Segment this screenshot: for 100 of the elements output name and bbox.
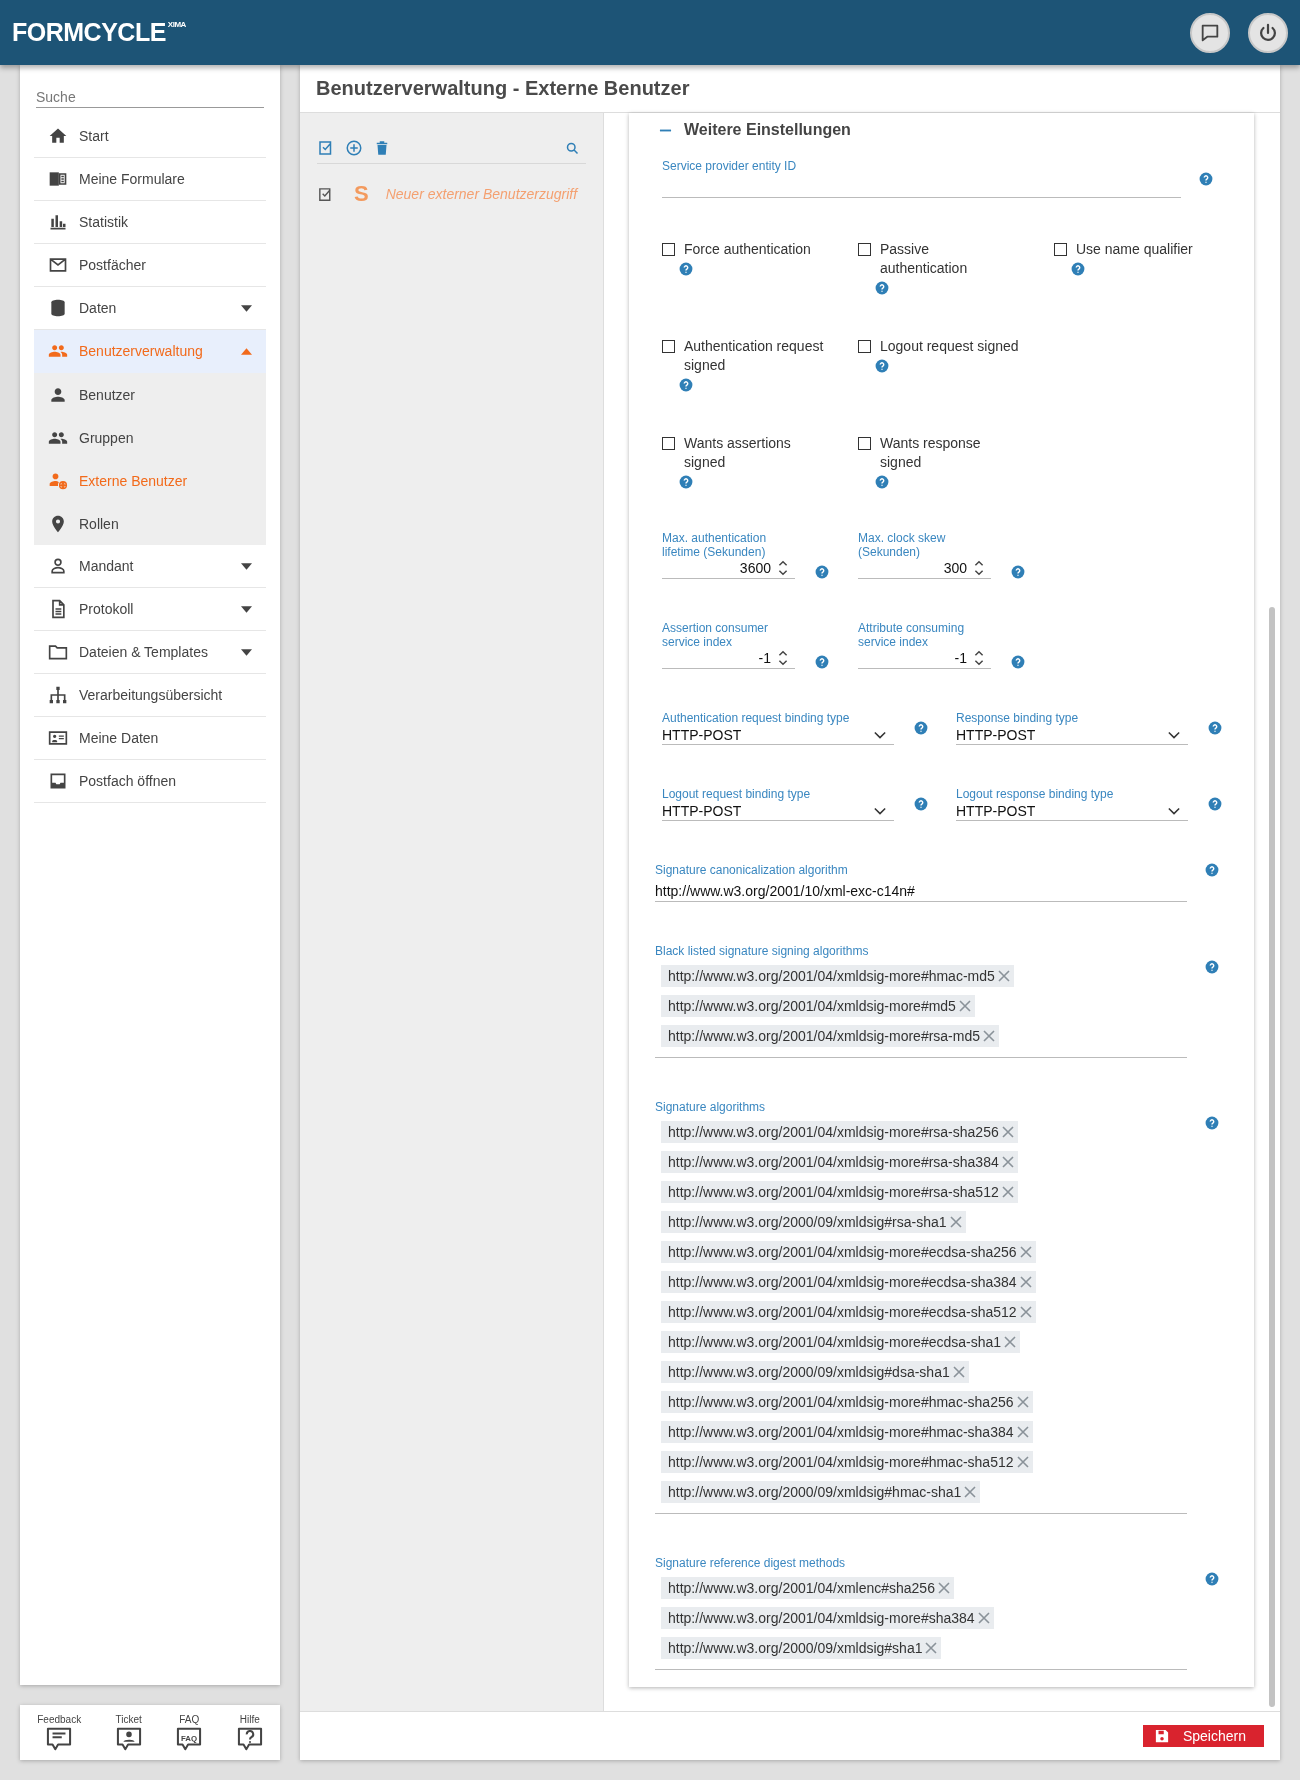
help-link[interactable]: Hilfe xyxy=(236,1714,263,1751)
feedback-link[interactable]: Feedback xyxy=(37,1714,82,1751)
sidebar-item[interactable]: Dateien & Templates xyxy=(34,631,266,674)
checkbox[interactable] xyxy=(858,437,871,450)
checkbox-label: Wants assertions signed xyxy=(684,434,792,472)
remove-icon[interactable] xyxy=(1019,1246,1032,1258)
sidebar-item[interactable]: Statistik xyxy=(34,201,266,244)
remove-icon[interactable] xyxy=(1019,1306,1032,1318)
sidebar-item[interactable]: Protokoll xyxy=(34,588,266,631)
remove-icon[interactable] xyxy=(1016,1396,1029,1408)
help-icon[interactable] xyxy=(1199,171,1213,186)
select-field[interactable]: Response binding type HTTP-POST xyxy=(956,711,1188,745)
tag-input[interactable]: http://www.w3.org/2001/04/xmlenc#sha256 http://www.w3.org/2001/04/xmldsig-more#sha384 http://www.w3.org/2000/09/xmldsig#sha1 xyxy=(655,1570,1187,1670)
checkbox[interactable] xyxy=(858,243,871,256)
stepper-icon[interactable] xyxy=(777,649,789,667)
checkbox-label: Force authentication xyxy=(684,240,812,259)
checkbox[interactable] xyxy=(662,340,675,353)
help-icon[interactable] xyxy=(875,475,889,489)
remove-icon[interactable] xyxy=(983,1030,996,1042)
remove-icon[interactable] xyxy=(958,1000,971,1012)
checkbox[interactable] xyxy=(662,437,675,450)
chevron-icon xyxy=(874,731,886,739)
remove-icon[interactable] xyxy=(1019,1276,1032,1288)
remove-icon[interactable] xyxy=(937,1582,950,1594)
sidebar-item[interactable]: Postfach öffnen xyxy=(34,760,266,803)
remove-icon[interactable] xyxy=(1016,1426,1029,1438)
help-icon[interactable] xyxy=(1205,1572,1219,1586)
select-field[interactable]: Logout request binding type HTTP-POST xyxy=(662,787,894,821)
checkbox[interactable] xyxy=(662,243,675,256)
remove-icon[interactable] xyxy=(997,970,1010,982)
search-field[interactable]: Suche xyxy=(36,87,264,108)
number-field[interactable]: Max. authentication lifetime (Sekunden) 3600 xyxy=(662,531,795,579)
sidebar-item[interactable]: Start xyxy=(34,115,266,158)
help-icon[interactable] xyxy=(914,721,928,735)
sidebar-subitem[interactable]: Benutzer xyxy=(34,373,266,416)
remove-icon[interactable] xyxy=(952,1366,965,1378)
help-icon[interactable] xyxy=(914,797,928,811)
help-icon[interactable] xyxy=(1208,797,1222,811)
help-icon[interactable] xyxy=(1205,863,1219,877)
help-icon[interactable] xyxy=(1011,655,1025,669)
tag-chip: http://www.w3.org/2001/04/xmlenc#sha256 xyxy=(661,1577,954,1599)
remove-icon[interactable] xyxy=(1001,1186,1014,1198)
help-icon[interactable] xyxy=(815,655,829,669)
remove-icon[interactable] xyxy=(949,1216,962,1228)
tag-input[interactable]: http://www.w3.org/2001/04/xmldsig-more#hmac-md5 http://www.w3.org/2001/04/xmldsig-more#md5 http://www.w3.org/2001/04/xmldsig-more#rsa-md5 xyxy=(655,958,1187,1058)
help-icon[interactable] xyxy=(875,281,889,295)
checkbox[interactable] xyxy=(858,340,871,353)
stepper-icon[interactable] xyxy=(973,559,985,577)
help-icon[interactable] xyxy=(1208,721,1222,735)
number-field[interactable]: Assertion consumer service index -1 xyxy=(662,621,795,669)
search-icon[interactable] xyxy=(565,140,580,156)
sidebar-item[interactable]: Verarbeitungsübersicht xyxy=(34,674,266,717)
help-icon[interactable] xyxy=(679,378,693,392)
text-field[interactable]: Signature canonicalization algorithm http://www.w3.org/2001/10/xml-exc-c14n# xyxy=(655,863,1187,902)
envelope-icon xyxy=(48,255,68,275)
tag-chip: http://www.w3.org/2001/04/xmldsig-more#ecdsa-sha1 xyxy=(661,1331,1021,1353)
remove-icon[interactable] xyxy=(964,1486,977,1498)
remove-icon[interactable] xyxy=(1001,1156,1014,1168)
stepper-icon[interactable] xyxy=(777,559,789,577)
power-button[interactable] xyxy=(1248,12,1288,53)
sidebar-item[interactable]: Meine Formulare xyxy=(34,158,266,201)
scrollbar[interactable] xyxy=(1269,607,1275,1707)
tag-chip: http://www.w3.org/2001/04/xmldsig-more#ecdsa-sha512 xyxy=(661,1301,1036,1323)
sidebar-subitem[interactable]: Rollen xyxy=(34,502,266,545)
sidebar-item[interactable]: Postfächer xyxy=(34,244,266,287)
sidebar-item[interactable]: Meine Daten xyxy=(34,717,266,760)
remove-icon[interactable] xyxy=(1001,1126,1014,1138)
form-icon xyxy=(48,169,68,189)
remove-icon[interactable] xyxy=(1004,1336,1017,1348)
text-field[interactable]: Service provider entity ID xyxy=(662,159,1181,198)
checkbox[interactable] xyxy=(1054,243,1067,256)
help-icon[interactable] xyxy=(815,565,829,579)
add-icon[interactable] xyxy=(345,139,363,157)
sidebar-item[interactable]: Mandant xyxy=(34,545,266,588)
sidebar-subitem[interactable]: Gruppen xyxy=(34,416,266,459)
ticket-link[interactable]: Ticket xyxy=(115,1714,142,1751)
help-icon[interactable] xyxy=(1205,1116,1219,1130)
help-icon[interactable] xyxy=(679,262,693,276)
help-icon[interactable] xyxy=(1011,565,1025,579)
tag-chip: http://www.w3.org/2001/04/xmldsig-more#ecdsa-sha256 xyxy=(661,1241,1036,1263)
help-icon[interactable] xyxy=(1071,262,1085,276)
help-icon[interactable] xyxy=(875,359,889,373)
remove-icon[interactable] xyxy=(925,1642,938,1654)
help-icon[interactable] xyxy=(679,475,693,489)
select-field[interactable]: Logout response binding type HTTP-POST xyxy=(956,787,1188,821)
remove-icon[interactable] xyxy=(1016,1456,1029,1468)
number-field[interactable]: Attribute consuming service index -1 xyxy=(858,621,991,669)
select-field[interactable]: Authentication request binding type HTTP-POST xyxy=(662,711,894,745)
id-card-icon xyxy=(48,728,68,748)
folder-icon xyxy=(48,642,68,662)
tag-chip: http://www.w3.org/2001/04/xmldsig-more#rsa-sha512 xyxy=(661,1181,1018,1203)
number-field[interactable]: Max. clock skew (Sekunden) 300 xyxy=(858,531,991,579)
chat-button[interactable] xyxy=(1190,12,1230,53)
save-button[interactable]: Speichern xyxy=(1142,1725,1264,1747)
help-icon[interactable] xyxy=(1205,960,1219,974)
badge-letter: S xyxy=(354,181,369,207)
house-icon xyxy=(48,126,68,146)
remove-icon[interactable] xyxy=(977,1612,990,1624)
stepper-icon[interactable] xyxy=(973,649,985,667)
field-label: Signature reference digest methods xyxy=(655,1556,847,1570)
